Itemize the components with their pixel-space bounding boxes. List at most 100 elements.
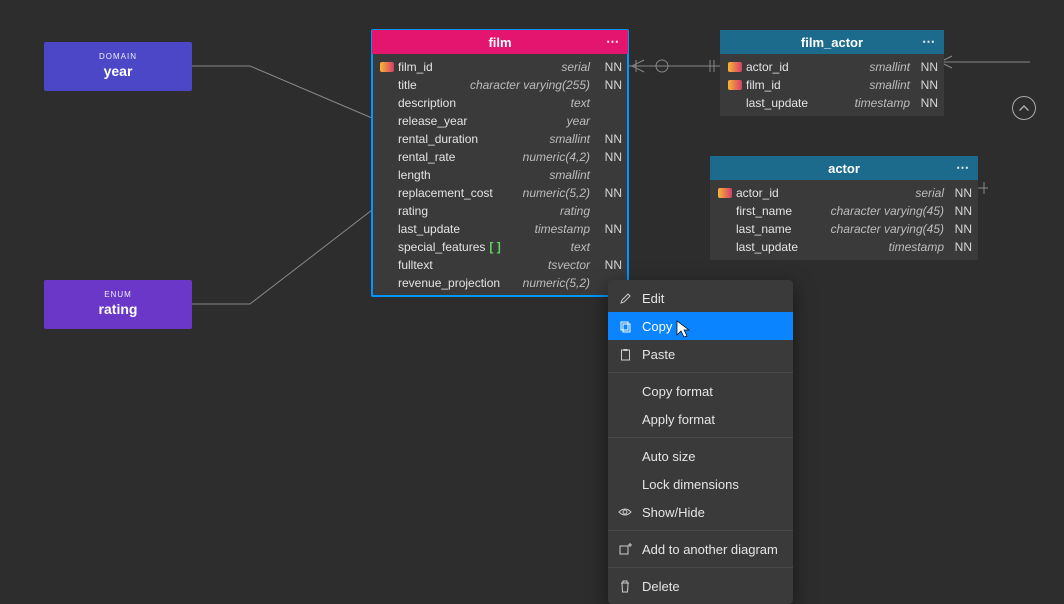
column-not-null: NN <box>948 222 972 236</box>
ctx-label: Copy <box>642 319 672 334</box>
column-row[interactable]: last_updatetimestampNN <box>372 220 628 238</box>
ctx-copy-format[interactable]: Copy format <box>608 377 793 405</box>
ctx-auto-size[interactable]: Auto size <box>608 442 793 470</box>
ctx-show-hide[interactable]: Show/Hide <box>608 498 793 526</box>
ctx-edit[interactable]: Edit <box>608 284 793 312</box>
ctx-label: Paste <box>642 347 675 362</box>
primary-key-icon <box>728 80 742 90</box>
ctx-apply-format[interactable]: Apply format <box>608 405 793 433</box>
ctx-copy[interactable]: Copy <box>608 312 793 340</box>
table-actor-body: actor_idserialNNfirst_namecharacter vary… <box>710 180 978 260</box>
ctx-lock-dimensions[interactable]: Lock dimensions <box>608 470 793 498</box>
ctx-separator <box>608 530 793 531</box>
column-not-null: NN <box>914 60 938 74</box>
column-row[interactable]: replacement_costnumeric(5,2)NN <box>372 184 628 202</box>
table-film-actor-body: actor_idsmallintNNfilm_idsmallintNNlast_… <box>720 54 944 116</box>
column-name: fulltext <box>398 258 548 272</box>
column-name: title <box>398 78 470 92</box>
column-row[interactable]: last_updatetimestampNN <box>720 94 944 112</box>
column-not-null: NN <box>594 78 622 92</box>
column-name: rental_duration <box>398 132 549 146</box>
enum-rating-box[interactable]: ENUM rating <box>44 280 192 329</box>
column-row[interactable]: last_namecharacter varying(45)NN <box>710 220 978 238</box>
ctx-paste[interactable]: Paste <box>608 340 793 368</box>
column-type: numeric(4,2) <box>523 150 594 164</box>
column-row[interactable]: actor_idsmallintNN <box>720 58 944 76</box>
add-diagram-icon <box>618 543 632 556</box>
column-not-null: NN <box>594 132 622 146</box>
ctx-add-to-diagram[interactable]: Add to another diagram <box>608 535 793 563</box>
column-row[interactable]: rental_ratenumeric(4,2)NN <box>372 148 628 166</box>
column-row[interactable]: revenue_projectionnumeric(5,2) <box>372 274 628 292</box>
column-not-null: NN <box>948 240 972 254</box>
column-name: release_year <box>398 114 567 128</box>
ctx-label: Lock dimensions <box>642 477 739 492</box>
column-row[interactable]: rental_durationsmallintNN <box>372 130 628 148</box>
table-actor[interactable]: actor ⋯ actor_idserialNNfirst_namecharac… <box>710 156 978 260</box>
column-not-null: NN <box>594 258 622 272</box>
column-name: length <box>398 168 549 182</box>
key-cell <box>724 62 746 72</box>
table-film-header[interactable]: film ⋯ <box>372 30 628 54</box>
domain-year-box[interactable]: DOMAIN year <box>44 42 192 91</box>
column-type: serial <box>561 60 594 74</box>
column-type: year <box>567 114 594 128</box>
column-row[interactable]: first_namecharacter varying(45)NN <box>710 202 978 220</box>
column-name: actor_id <box>746 60 869 74</box>
column-type: smallint <box>549 168 594 182</box>
column-not-null: NN <box>594 60 622 74</box>
column-not-null: NN <box>594 150 622 164</box>
column-name: rental_rate <box>398 150 523 164</box>
array-indicator: [ ] <box>489 240 500 254</box>
ctx-label: Edit <box>642 291 664 306</box>
primary-key-icon <box>718 188 732 198</box>
column-name: last_update <box>746 96 855 110</box>
column-type: numeric(5,2) <box>523 276 594 290</box>
table-menu-icon[interactable]: ⋯ <box>956 160 970 176</box>
table-title: film <box>488 35 511 50</box>
ctx-label: Auto size <box>642 449 695 464</box>
column-row[interactable]: titlecharacter varying(255)NN <box>372 76 628 94</box>
column-type: text <box>571 240 594 254</box>
column-name: last_name <box>736 222 831 236</box>
column-not-null: NN <box>914 96 938 110</box>
column-name: film_id <box>398 60 561 74</box>
column-row[interactable]: film_idsmallintNN <box>720 76 944 94</box>
table-film-actor[interactable]: film_actor ⋯ actor_idsmallintNNfilm_idsm… <box>720 30 944 116</box>
column-row[interactable]: fulltexttsvectorNN <box>372 256 628 274</box>
scroll-up-button[interactable] <box>1012 96 1036 120</box>
column-type: character varying(45) <box>831 204 948 218</box>
table-film-actor-header[interactable]: film_actor ⋯ <box>720 30 944 54</box>
copy-icon <box>618 320 632 333</box>
ctx-delete[interactable]: Delete <box>608 572 793 600</box>
table-film[interactable]: film ⋯ film_idserialNNtitlecharacter var… <box>372 30 628 296</box>
column-row[interactable]: release_yearyear <box>372 112 628 130</box>
column-name: description <box>398 96 571 110</box>
erd-canvas[interactable]: DOMAIN year ENUM rating film ⋯ film_idse… <box>0 0 1064 587</box>
table-menu-icon[interactable]: ⋯ <box>606 34 620 50</box>
column-type: timestamp <box>855 96 914 110</box>
table-film-body: film_idserialNNtitlecharacter varying(25… <box>372 54 628 296</box>
column-not-null: NN <box>914 78 938 92</box>
key-cell <box>714 188 736 198</box>
table-title: film_actor <box>801 35 863 50</box>
key-cell <box>724 80 746 90</box>
enum-name: rating <box>56 301 180 317</box>
column-not-null: NN <box>948 204 972 218</box>
column-name: actor_id <box>736 186 915 200</box>
column-row[interactable]: film_idserialNN <box>372 58 628 76</box>
column-row[interactable]: lengthsmallint <box>372 166 628 184</box>
table-menu-icon[interactable]: ⋯ <box>922 34 936 50</box>
column-type: tsvector <box>548 258 594 272</box>
column-type: numeric(5,2) <box>523 186 594 200</box>
ctx-separator <box>608 437 793 438</box>
table-title: actor <box>828 161 860 176</box>
column-row[interactable]: last_updatetimestampNN <box>710 238 978 256</box>
key-cell <box>376 62 398 72</box>
column-row[interactable]: descriptiontext <box>372 94 628 112</box>
trash-icon <box>618 580 632 593</box>
column-row[interactable]: ratingrating <box>372 202 628 220</box>
column-row[interactable]: actor_idserialNN <box>710 184 978 202</box>
table-actor-header[interactable]: actor ⋯ <box>710 156 978 180</box>
column-row[interactable]: special_features[ ]text <box>372 238 628 256</box>
